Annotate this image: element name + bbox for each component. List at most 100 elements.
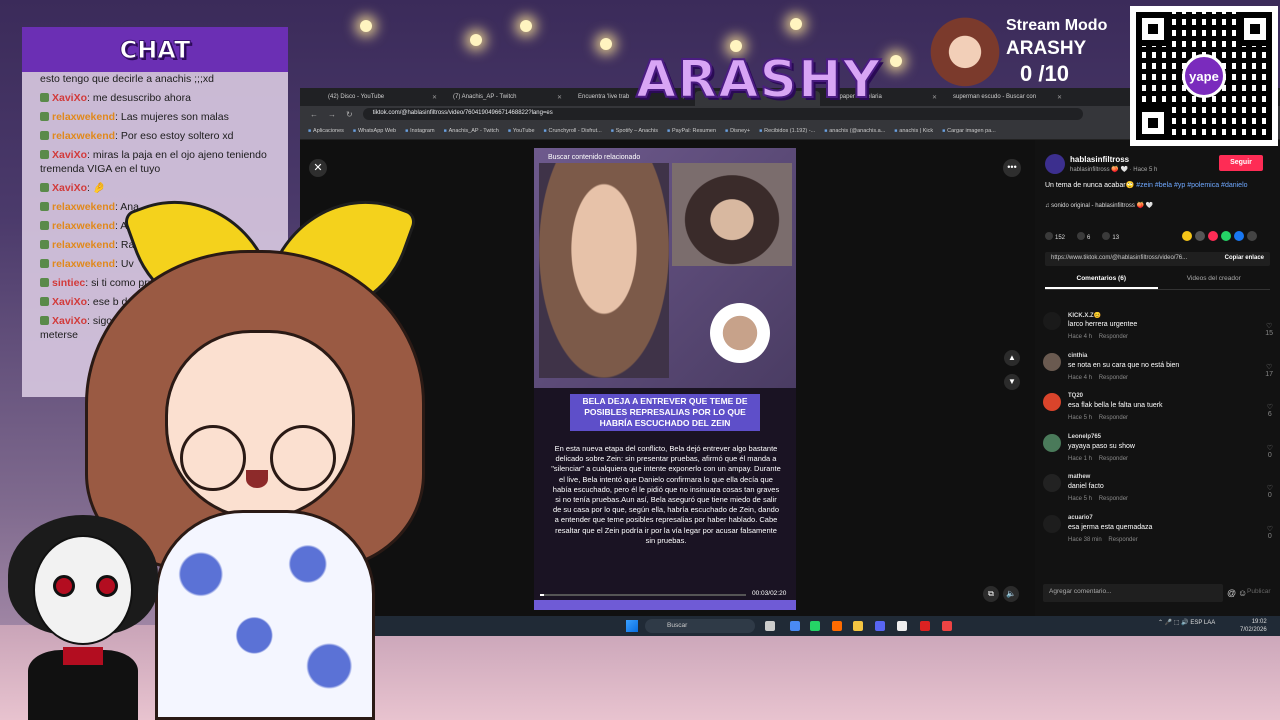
share-arrow-icon[interactable] (1247, 231, 1257, 241)
emoji-icon[interactable]: ☺ (1238, 588, 1247, 598)
bookmark-item[interactable]: YouTube (508, 128, 535, 134)
video-avatar-circle (710, 303, 770, 363)
browser-tab[interactable]: superman escudo - Buscar con ✕ (945, 91, 1070, 106)
windows-start-icon[interactable] (626, 620, 638, 632)
bookmark-item[interactable]: Aplicaciones (308, 128, 344, 134)
commenter-name[interactable]: cinthia (1068, 353, 1087, 359)
next-video-button[interactable]: ▼ (1004, 374, 1020, 390)
obs-icon[interactable] (897, 621, 907, 631)
close-tab-icon[interactable]: ✕ (1057, 94, 1062, 103)
tab-creator-videos[interactable]: Videos del creador (1158, 273, 1271, 289)
commenter-avatar[interactable] (1043, 312, 1061, 330)
bookmark-item[interactable]: Cargar imagen pa... (942, 128, 996, 134)
code-icon[interactable] (1195, 231, 1205, 241)
comment-like[interactable]: ♡ 0 (1267, 484, 1273, 499)
bookmark-item[interactable]: Disney+ (725, 128, 750, 134)
previous-video-button[interactable]: ▲ (1004, 350, 1020, 366)
reply-button[interactable]: Responder (1099, 496, 1128, 502)
commenter-avatar[interactable] (1043, 393, 1061, 411)
like-stat[interactable]: 152 (1045, 232, 1065, 241)
commenter-avatar[interactable] (1043, 433, 1061, 452)
yape-logo: yape (1182, 54, 1226, 98)
bookmark-item[interactable]: anachis (@anachis.a... (824, 128, 885, 134)
whatsapp-taskbar-icon[interactable] (810, 621, 820, 631)
publish-button[interactable]: Publicar (1247, 588, 1270, 595)
bookmark-item[interactable]: Spotify – Anachis (611, 128, 658, 134)
commenter-avatar[interactable] (1043, 514, 1061, 533)
embed-icon[interactable] (1182, 231, 1192, 241)
mention-icon[interactable]: @ (1227, 588, 1236, 598)
reply-button[interactable]: Responder (1108, 537, 1137, 543)
comment-text: yayaya paso su show (1068, 442, 1135, 450)
tab-comments[interactable]: Comentarios (6) (1045, 273, 1158, 289)
file-explorer-icon[interactable] (853, 621, 863, 631)
forward-icon[interactable]: → (328, 110, 336, 119)
comment-like[interactable]: ♡ 0 (1267, 444, 1273, 459)
chrome-icon[interactable] (790, 621, 800, 631)
bookmark-item[interactable]: Recibidos (1.192) -... (759, 128, 815, 134)
illustrator-icon[interactable] (832, 621, 842, 631)
clock-time: 19:02 (1251, 619, 1267, 625)
post-hashtags[interactable]: #zein #bela #yp #polemica #danielo (1136, 182, 1247, 189)
reply-button[interactable]: Responder (1099, 456, 1128, 462)
chat-username[interactable]: XaviXo (52, 92, 87, 104)
copy-link-button[interactable]: Copiar enlace (1225, 255, 1264, 263)
commenter-name[interactable]: Leonelp765 (1068, 434, 1101, 440)
reply-button[interactable]: Responder (1099, 334, 1128, 340)
back-icon[interactable]: ← (310, 110, 318, 119)
chat-username[interactable]: relaxwekend (52, 111, 115, 123)
chat-username[interactable]: relaxwekend (52, 130, 115, 142)
commenter-name[interactable]: acuario7 (1068, 515, 1093, 521)
comment-like[interactable]: ♡ 6 (1267, 403, 1273, 418)
follow-button[interactable]: Seguir (1219, 155, 1263, 171)
related-search-label[interactable]: Buscar contenido relacionado (548, 154, 640, 161)
reload-icon[interactable]: ↻ (346, 110, 353, 119)
bookmark-item[interactable]: Anachis_AP - Twitch (444, 128, 499, 134)
bookmark-item[interactable]: anachis | Kick (894, 128, 933, 134)
picture-in-picture-icon[interactable]: ⧉ (983, 586, 999, 602)
comment-like[interactable]: ♡ 0 (1267, 525, 1273, 540)
bookmark-item[interactable]: Instagram (405, 128, 434, 134)
chat-username[interactable]: XaviXo (52, 149, 87, 161)
browser-tab[interactable]: (7) Anachis_AP - Twitch ✕ (445, 91, 570, 106)
discord-icon[interactable] (875, 621, 885, 631)
save-stat[interactable]: 13 (1102, 232, 1119, 241)
video-progress-bar[interactable] (540, 594, 746, 596)
grid-app-icon[interactable] (942, 621, 952, 631)
close-tab-icon[interactable]: ✕ (932, 94, 937, 103)
facebook-icon[interactable] (1234, 231, 1244, 241)
bookmark-item[interactable]: PayPal: Resumen (667, 128, 716, 134)
close-tab-icon[interactable]: ✕ (557, 94, 562, 103)
keyboard-language[interactable]: ESP LAA (1190, 620, 1215, 626)
more-options-button[interactable]: ••• (1003, 159, 1021, 177)
comment-like[interactable]: ♡ 15 (1265, 322, 1273, 337)
comment-input[interactable]: Agregar comentario... (1043, 584, 1223, 602)
bookmark-item[interactable]: WhatsApp Web (353, 128, 396, 134)
repost-icon[interactable] (1208, 231, 1218, 241)
commenter-name[interactable]: TQ20 (1068, 393, 1083, 399)
commenter-avatar[interactable] (1043, 474, 1061, 492)
comment-stat[interactable]: 6 (1077, 232, 1090, 241)
video-player[interactable]: Buscar contenido relacionado BELA DEJA A… (534, 148, 796, 610)
app-icon[interactable] (920, 621, 930, 631)
comment-like[interactable]: ♡ 17 (1265, 363, 1273, 378)
close-tab-icon[interactable]: ✕ (432, 94, 437, 103)
reply-button[interactable]: Responder (1099, 415, 1128, 421)
task-view-icon[interactable] (765, 621, 775, 631)
puppet-face (33, 535, 133, 645)
creator-avatar[interactable] (1045, 154, 1065, 174)
reply-button[interactable]: Responder (1099, 375, 1128, 381)
system-tray[interactable]: ⌃ 🎤 ⬚ 🔊 ESP LAA (1158, 619, 1215, 626)
creator-username[interactable]: hablasinfiltross (1070, 155, 1129, 164)
commenter-name[interactable]: mathew (1068, 474, 1090, 480)
taskbar-search[interactable]: Buscar (645, 619, 755, 633)
bookmark-item[interactable]: Crunchyroll - Disfrut... (544, 128, 602, 134)
taskbar-clock[interactable]: 19:02 7/02/2026 (1240, 618, 1267, 634)
commenter-avatar[interactable] (1043, 352, 1061, 371)
close-video-button[interactable]: ✕ (309, 159, 327, 177)
whatsapp-icon[interactable] (1221, 231, 1231, 241)
post-sound[interactable]: ♫ sonido original - hablasinfiltross 🍑 🤍 (1045, 202, 1153, 209)
browser-tab[interactable]: (42) Disco - YouTube ✕ (320, 91, 445, 106)
volume-icon[interactable]: 🔈 (1003, 586, 1019, 602)
commenter-name[interactable]: KICK.X.Z😊 (1068, 312, 1101, 319)
